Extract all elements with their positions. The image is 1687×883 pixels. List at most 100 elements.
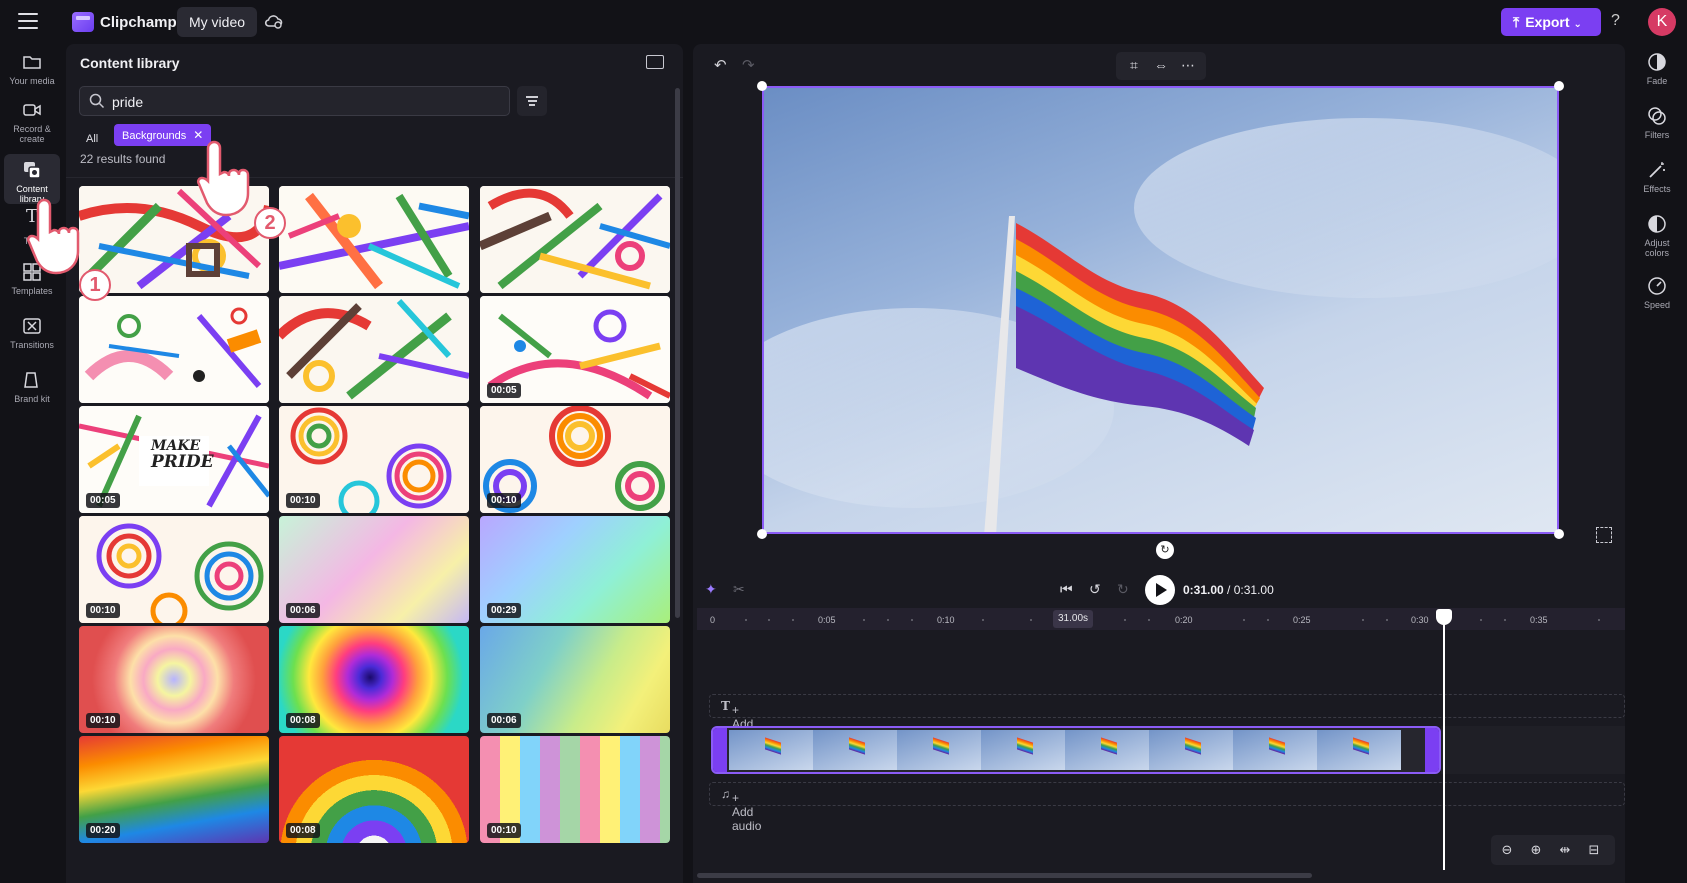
background-thumbnail[interactable]: 00:10: [279, 406, 469, 513]
background-thumbnail[interactable]: 00:05: [480, 296, 670, 403]
timecode: 0:31.00 / 0:31.00: [1183, 583, 1274, 597]
background-thumbnail[interactable]: [279, 296, 469, 403]
rotate-handle-icon[interactable]: ↻: [1156, 541, 1174, 559]
chip-all[interactable]: All: [80, 128, 104, 150]
timeline-scrollbar[interactable]: [697, 873, 1312, 878]
panel-filters[interactable]: Filters: [1627, 106, 1687, 140]
background-thumbnail[interactable]: 00:10: [480, 406, 670, 513]
resize-handle[interactable]: [757, 529, 767, 539]
collapse-panel-icon[interactable]: [646, 55, 664, 69]
filters-icon: [1647, 106, 1667, 126]
cloud-sync-icon[interactable]: [264, 13, 284, 31]
video-track-empty: [1441, 726, 1625, 774]
ruler-label: 0:35: [1530, 615, 1548, 625]
zoom-out-icon[interactable]: ⊖: [1499, 842, 1515, 858]
background-thumbnail[interactable]: 00:10: [79, 626, 269, 733]
brand-kit-icon: [22, 370, 42, 390]
content-library-panel: Content library pride All Backgrounds ✕ 2…: [66, 44, 683, 883]
video-clip[interactable]: [711, 726, 1441, 774]
duration-badge: 00:06: [487, 713, 521, 728]
background-thumbnail[interactable]: 00:06: [480, 626, 670, 733]
crop-icon[interactable]: ⌗: [1126, 57, 1142, 73]
right-sidebar: Fade Filters Effects Adjust colors Speed: [1627, 44, 1687, 883]
background-thumbnail[interactable]: 00:20: [79, 736, 269, 843]
results-count: 22 results found: [80, 152, 166, 166]
background-thumbnail[interactable]: 00:29: [480, 516, 670, 623]
clipchamp-logo-icon: [72, 12, 94, 32]
filter-button[interactable]: [517, 86, 547, 116]
content-library-icon: [22, 160, 42, 180]
skip-to-start-icon[interactable]: ⏮: [1060, 581, 1073, 598]
ruler-label: 0:05: [818, 615, 836, 625]
timeline-ruler[interactable]: [697, 608, 1625, 630]
search-input[interactable]: pride: [79, 86, 510, 116]
clip-trim-handle-right[interactable]: [1425, 728, 1439, 772]
undo-icon[interactable]: ↶: [714, 56, 727, 74]
play-button[interactable]: [1145, 575, 1175, 605]
resize-handle[interactable]: [757, 81, 767, 91]
duration-badge: 00:06: [286, 603, 320, 618]
ruler-label: 0:10: [937, 615, 955, 625]
duration-badge: 00:08: [286, 823, 320, 838]
resize-handle[interactable]: [1554, 81, 1564, 91]
timeline-settings-icon[interactable]: ⊟: [1586, 842, 1602, 858]
menu-icon[interactable]: [18, 13, 38, 29]
nav-record-create[interactable]: Record & create: [4, 100, 60, 144]
nav-brand-kit[interactable]: Brand kit: [4, 370, 60, 404]
split-scissors-icon[interactable]: ✂: [733, 581, 745, 598]
panel-speed[interactable]: Speed: [1627, 276, 1687, 310]
background-thumbnail[interactable]: 00:10: [480, 736, 670, 843]
fit-icon[interactable]: ⇔: [1153, 57, 1169, 73]
panel-effects[interactable]: Effects: [1627, 160, 1687, 194]
background-thumbnail[interactable]: 00:08: [279, 736, 469, 843]
avatar[interactable]: K: [1648, 8, 1676, 36]
clip-trim-handle-left[interactable]: [713, 728, 727, 772]
background-thumbnail[interactable]: MAKE PRIDE 00:05: [79, 406, 269, 513]
ruler-label: 0:30: [1411, 615, 1429, 625]
speedometer-icon: [1647, 276, 1667, 296]
panel-title: Content library: [80, 55, 180, 71]
fade-icon: [1647, 52, 1667, 72]
duration-badge: 00:29: [487, 603, 521, 618]
magic-wand-icon: [1647, 160, 1667, 180]
nav-your-media[interactable]: Your media: [4, 52, 60, 86]
adjust-colors-icon: [1647, 214, 1667, 234]
library-scrollbar[interactable]: [675, 88, 680, 618]
rewind-5s-icon[interactable]: ↺: [1089, 581, 1101, 598]
panel-adjust-colors[interactable]: Adjust colors: [1627, 214, 1687, 258]
cursor-time-badge: 31.00s: [1053, 610, 1094, 628]
add-text-track[interactable]: T+ Add text: [709, 694, 1625, 745]
search-icon: [89, 93, 105, 109]
duration-badge: 00:10: [286, 493, 320, 508]
duration-badge: 00:10: [86, 603, 120, 618]
hand-pointer-icon: [196, 138, 260, 223]
duration-badge: 00:20: [86, 823, 120, 838]
nav-transitions[interactable]: Transitions: [4, 316, 60, 350]
resize-handle[interactable]: [1554, 529, 1564, 539]
background-thumbnail[interactable]: 00:10: [79, 516, 269, 623]
duration-badge: 00:10: [487, 823, 521, 838]
filter-icon: [526, 96, 538, 98]
folder-icon: [22, 52, 42, 72]
fullscreen-icon[interactable]: [1596, 527, 1612, 543]
more-options-icon[interactable]: ⋯: [1180, 57, 1196, 73]
add-audio-track[interactable]: ♫ + Add audio: [709, 782, 1625, 833]
playhead[interactable]: [1443, 612, 1445, 870]
help-icon[interactable]: ?: [1611, 12, 1620, 30]
forward-5s-icon[interactable]: ↻: [1117, 581, 1129, 598]
background-thumbnail[interactable]: 00:08: [279, 626, 469, 733]
project-name[interactable]: My video: [177, 7, 258, 37]
step-badge: 1: [79, 269, 111, 301]
background-thumbnail[interactable]: [79, 296, 269, 403]
zoom-in-icon[interactable]: ⊕: [1528, 842, 1544, 858]
background-thumbnail[interactable]: 00:06: [279, 516, 469, 623]
background-thumbnail[interactable]: [279, 186, 469, 293]
music-note-icon: ♫: [721, 787, 730, 801]
panel-fade[interactable]: Fade: [1627, 52, 1687, 86]
export-button[interactable]: ⤒ Export ⌄: [1501, 8, 1601, 36]
background-thumbnail[interactable]: [480, 186, 670, 293]
redo-icon[interactable]: ↷: [742, 56, 755, 74]
video-preview[interactable]: [762, 86, 1559, 534]
fit-timeline-icon[interactable]: ⇹: [1557, 842, 1573, 858]
magic-sparkle-icon[interactable]: ✦: [705, 581, 717, 598]
